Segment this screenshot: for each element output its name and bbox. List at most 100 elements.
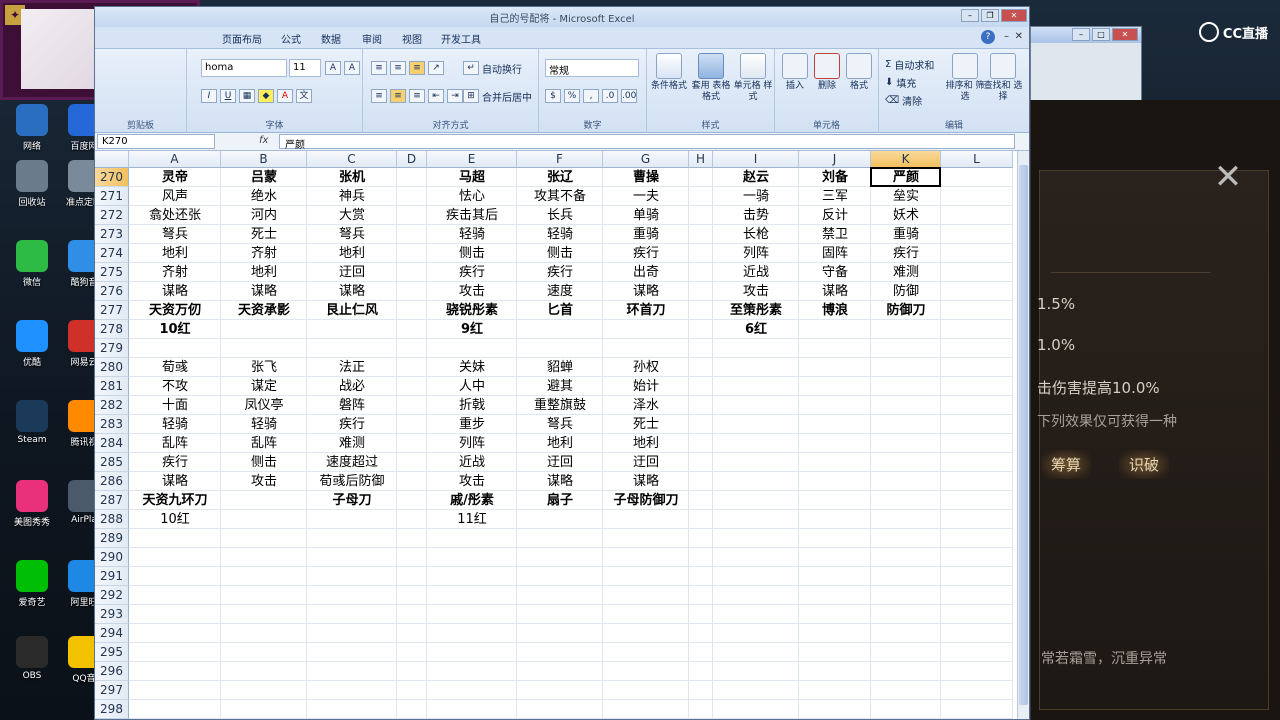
table-cell[interactable]: 轻骑 (427, 225, 517, 244)
name-box[interactable]: K270 (97, 134, 215, 149)
table-cell[interactable]: 大赏 (307, 206, 397, 225)
table-cell[interactable]: 乱阵 (129, 434, 221, 453)
formula-input[interactable]: 严颜 (279, 134, 1015, 151)
cell-styles-button[interactable]: 单元格 样式 (733, 53, 773, 103)
row-header[interactable]: 290 (95, 548, 129, 567)
row-header[interactable]: 291 (95, 567, 129, 586)
table-cell[interactable]: 难测 (307, 434, 397, 453)
table-cell[interactable]: 谋略 (603, 472, 689, 491)
border-icon[interactable]: ▦ (239, 89, 255, 103)
table-cell[interactable]: 攻击 (427, 472, 517, 491)
comma-icon[interactable]: , (583, 89, 599, 103)
table-cell[interactable]: 谋略 (129, 282, 221, 301)
table-cell[interactable]: 击势 (713, 206, 799, 225)
column-header[interactable]: G (603, 151, 689, 168)
table-cell[interactable]: 地利 (129, 244, 221, 263)
column-header[interactable]: L (941, 151, 1013, 168)
table-cell[interactable]: 戚/彤素 (427, 491, 517, 510)
font-color-icon[interactable]: A (277, 89, 293, 103)
tab-developer[interactable]: 开发工具 (441, 31, 481, 46)
clear-button[interactable]: ⌫ 清除 (885, 91, 922, 109)
table-cell[interactable]: 艮止仁风 (307, 301, 397, 320)
align-bottom-icon[interactable]: ≡ (409, 61, 425, 75)
table-cell[interactable]: 三军 (799, 187, 871, 206)
table-cell[interactable]: 攻击 (427, 282, 517, 301)
table-cell[interactable]: 战必 (307, 377, 397, 396)
column-header[interactable]: K (871, 151, 941, 168)
workbook-close-icon[interactable]: ✕ (1015, 31, 1023, 42)
row-header[interactable]: 270 (95, 168, 129, 187)
shrink-font-icon[interactable]: A (344, 61, 360, 75)
table-cell[interactable]: 固阵 (799, 244, 871, 263)
decrease-indent-icon[interactable]: ⇤ (428, 89, 444, 103)
table-cell[interactable]: 张机 (307, 168, 397, 187)
decrease-decimal-icon[interactable]: .00 (621, 89, 637, 103)
table-cell[interactable]: 弩兵 (517, 415, 603, 434)
close-icon[interactable]: ✕ (1001, 9, 1027, 22)
align-left-icon[interactable]: ≡ (371, 89, 387, 103)
table-cell[interactable]: 地利 (307, 244, 397, 263)
row-header[interactable]: 271 (95, 187, 129, 206)
desktop-shortcut[interactable]: 美图秀秀 (6, 480, 58, 528)
table-cell[interactable]: 吕蒙 (221, 168, 307, 187)
table-cell[interactable]: 乱阵 (221, 434, 307, 453)
table-cell[interactable]: 谋略 (307, 282, 397, 301)
table-cell[interactable]: 6红 (713, 320, 799, 339)
row-header[interactable]: 296 (95, 662, 129, 681)
table-cell[interactable]: 轻骑 (129, 415, 221, 434)
table-cell[interactable]: 绝水 (221, 187, 307, 206)
table-cell[interactable]: 一骑 (713, 187, 799, 206)
table-cell[interactable]: 子母刀 (307, 491, 397, 510)
table-cell[interactable]: 地利 (517, 434, 603, 453)
column-header[interactable]: H (689, 151, 713, 168)
row-header[interactable]: 284 (95, 434, 129, 453)
close-icon[interactable]: ✕ (1112, 28, 1138, 41)
table-cell[interactable]: 侧击 (427, 244, 517, 263)
row-header[interactable]: 282 (95, 396, 129, 415)
table-cell[interactable]: 谋略 (517, 472, 603, 491)
table-cell[interactable]: 侧击 (517, 244, 603, 263)
increase-indent-icon[interactable]: ⇥ (447, 89, 463, 103)
desktop-shortcut[interactable]: 爱奇艺 (6, 560, 58, 608)
column-header[interactable]: I (713, 151, 799, 168)
table-cell[interactable]: 马超 (427, 168, 517, 187)
align-middle-icon[interactable]: ≡ (390, 61, 406, 75)
align-center-icon[interactable]: ≡ (390, 89, 406, 103)
row-header[interactable]: 297 (95, 681, 129, 700)
table-cell[interactable]: 不攻 (129, 377, 221, 396)
table-cell[interactable]: 疾行 (517, 263, 603, 282)
row-header[interactable]: 277 (95, 301, 129, 320)
table-cell[interactable]: 避其 (517, 377, 603, 396)
column-header[interactable]: J (799, 151, 871, 168)
table-cell[interactable]: 反计 (799, 206, 871, 225)
column-header[interactable]: F (517, 151, 603, 168)
excel-window[interactable]: 自己的号配将 - Microsoft Excel – ❐ ✕ 页面布局 公式 数… (94, 6, 1030, 720)
table-cell[interactable]: 风声 (129, 187, 221, 206)
table-cell[interactable]: 荀彧 (129, 358, 221, 377)
table-cell[interactable]: 河内 (221, 206, 307, 225)
table-cell[interactable]: 天资万仞 (129, 301, 221, 320)
table-cell[interactable]: 11红 (427, 510, 517, 529)
help-icon[interactable]: ? (981, 30, 995, 44)
minimize-icon[interactable]: – (961, 9, 979, 22)
align-right-icon[interactable]: ≡ (409, 89, 425, 103)
table-cell[interactable]: 折戟 (427, 396, 517, 415)
tab-page-layout[interactable]: 页面布局 (222, 31, 262, 46)
game-close-icon[interactable]: ✕ (1206, 155, 1250, 199)
table-cell[interactable]: 刘备 (799, 168, 871, 187)
row-header[interactable]: 280 (95, 358, 129, 377)
row-header[interactable]: 275 (95, 263, 129, 282)
table-cell[interactable]: 天资承影 (221, 301, 307, 320)
game-button-1[interactable]: 筹算 (1041, 450, 1092, 479)
tab-formulas[interactable]: 公式 (281, 31, 301, 46)
row-header[interactable]: 294 (95, 624, 129, 643)
table-cell[interactable]: 法正 (307, 358, 397, 377)
font-name-select[interactable]: homa (201, 59, 287, 77)
table-cell[interactable]: 凤仪亭 (221, 396, 307, 415)
table-cell[interactable]: 防御 (871, 282, 941, 301)
column-header[interactable]: E (427, 151, 517, 168)
currency-icon[interactable]: $ (545, 89, 561, 103)
table-cell[interactable]: 齐射 (129, 263, 221, 282)
desktop-shortcut[interactable]: 微信 (6, 240, 58, 288)
table-cell[interactable]: 列阵 (713, 244, 799, 263)
